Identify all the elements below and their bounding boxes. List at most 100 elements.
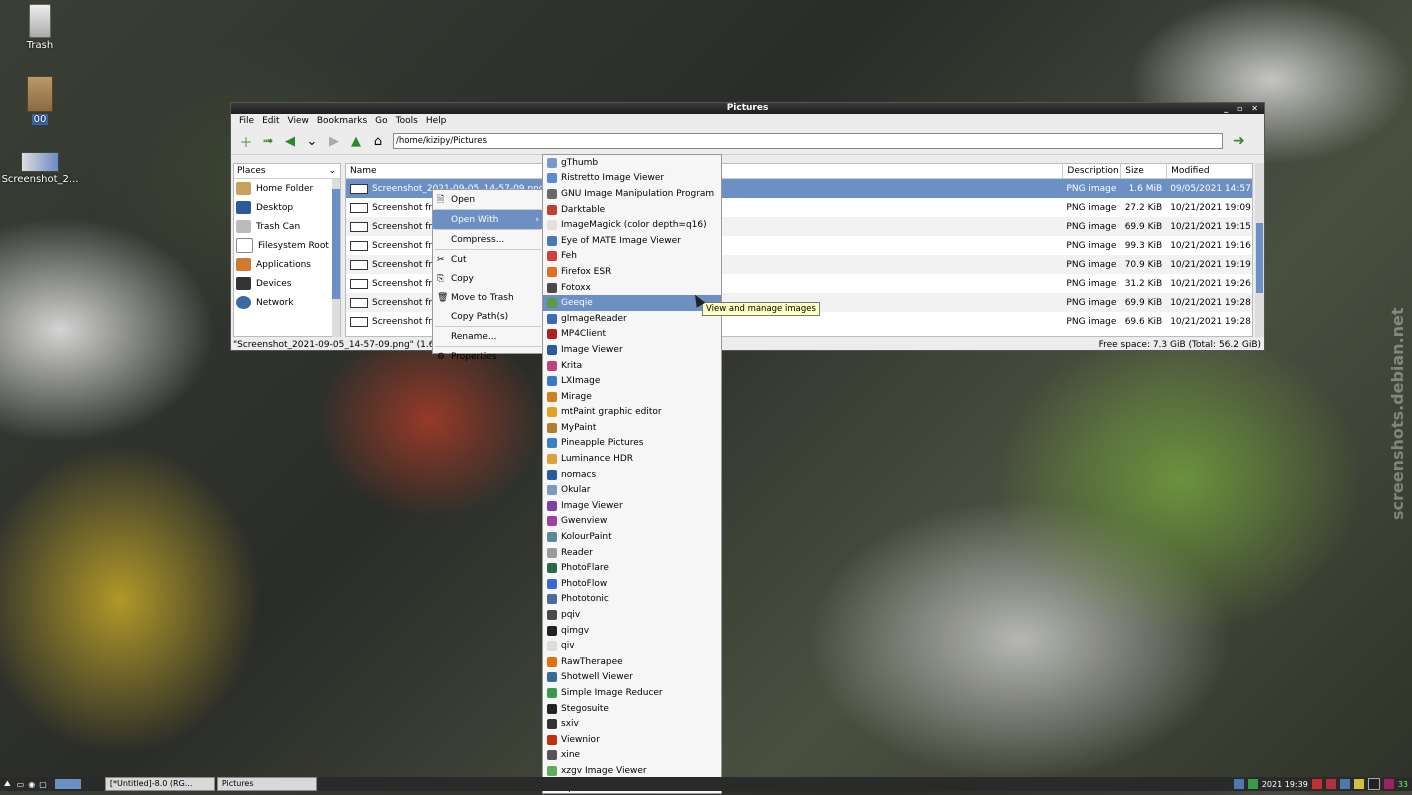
file-size: 27.2 KiB — [1124, 202, 1163, 213]
menu-tools[interactable]: Tools — [392, 116, 422, 126]
tray-icon[interactable] — [1247, 779, 1258, 789]
open-with-item[interactable]: Firefox ESR — [543, 264, 721, 280]
go-icon[interactable]: ➜ — [1233, 133, 1245, 149]
open-with-item[interactable]: Gwenview — [543, 514, 721, 530]
tray-icon[interactable] — [1339, 779, 1350, 789]
open-with-item[interactable]: Stegosuite — [543, 701, 721, 717]
quick-launch-icon[interactable]: ◉ — [28, 780, 35, 789]
open-with-item[interactable]: Image Viewer — [543, 498, 721, 514]
clock[interactable]: 2021 19:39 — [1262, 780, 1308, 789]
open-with-item[interactable]: gThumb — [543, 155, 721, 171]
open-with-item[interactable]: PhotoFlow — [543, 576, 721, 592]
quick-launch-icon[interactable]: ▢ — [39, 780, 47, 789]
open-with-item[interactable]: Image Viewer — [543, 342, 721, 358]
menu-item-open[interactable]: 🗎 Open — [433, 190, 543, 209]
quick-launch-icon[interactable]: ▭ — [17, 780, 25, 789]
scrollbar-thumb[interactable] — [1256, 223, 1263, 293]
open-with-item[interactable]: GNU Image Manipulation Program — [543, 186, 721, 202]
open-with-item[interactable]: pqiv — [543, 607, 721, 623]
column-description[interactable]: Description — [1062, 164, 1120, 178]
menu-item-copy-paths[interactable]: Copy Path(s) — [433, 307, 543, 326]
desktop-icon-trash[interactable]: Trash — [0, 4, 80, 51]
new-tab-icon[interactable]: ＋ — [237, 132, 255, 151]
open-with-item[interactable]: Mirage — [543, 389, 721, 405]
place-home-folder[interactable]: Home Folder — [234, 179, 340, 198]
history-dropdown-icon[interactable]: ⌄ — [303, 132, 321, 150]
terminal-icon[interactable] — [1367, 778, 1380, 790]
menu-item-properties[interactable]: ⚙ Properties — [433, 347, 543, 366]
menu-edit[interactable]: Edit — [258, 116, 283, 126]
start-menu-icon[interactable]: ⛰ — [4, 779, 11, 789]
place-network[interactable]: Network — [234, 293, 340, 312]
menu-item-cut[interactable]: ✂ Cut — [433, 250, 543, 269]
open-with-item[interactable]: Okular — [543, 482, 721, 498]
menu-item-rename[interactable]: Rename... — [433, 327, 543, 346]
open-with-item[interactable]: Darktable — [543, 202, 721, 218]
place-desktop[interactable]: Desktop — [234, 198, 340, 217]
tray-icon[interactable] — [1233, 779, 1244, 789]
open-with-item[interactable]: Ristretto Image Viewer — [543, 171, 721, 187]
open-with-item[interactable]: Viewnior — [543, 732, 721, 748]
menu-help[interactable]: Help — [422, 116, 451, 126]
open-with-item[interactable]: Krita — [543, 358, 721, 374]
open-with-item[interactable]: Shotwell Viewer — [543, 670, 721, 686]
menu-view[interactable]: View — [284, 116, 313, 126]
menu-item-move-to-trash[interactable]: 🗑 Move to Trash — [433, 288, 543, 307]
open-with-item[interactable]: PhotoFlare — [543, 560, 721, 576]
open-with-item[interactable]: Pineapple Pictures — [543, 436, 721, 452]
open-with-item[interactable]: mtPaint graphic editor — [543, 405, 721, 421]
menu-item-compress[interactable]: Compress... — [433, 230, 543, 249]
open-with-item[interactable]: nomacs — [543, 467, 721, 483]
back-icon[interactable]: ◀ — [281, 132, 299, 150]
open-with-item[interactable]: KolourPaint — [543, 529, 721, 545]
menu-file[interactable]: File — [235, 116, 258, 126]
place-devices[interactable]: Devices — [234, 274, 340, 293]
open-with-item[interactable]: Simple Image Reducer — [543, 685, 721, 701]
menu-bookmarks[interactable]: Bookmarks — [313, 116, 371, 126]
open-with-item[interactable]: Fotoxx — [543, 280, 721, 296]
place-applications[interactable]: Applications — [234, 255, 340, 274]
desktop-pager[interactable] — [54, 779, 81, 789]
places-header[interactable]: Places ⌄ — [234, 164, 340, 179]
power-icon[interactable] — [1311, 779, 1322, 789]
open-with-item[interactable]: gImageReader — [543, 311, 721, 327]
tray-icon[interactable] — [1353, 779, 1364, 789]
task-button-gimp[interactable]: [*Untitled]-8.0 (RG... — [104, 777, 215, 791]
place-filesystem-root[interactable]: Filesystem Root — [234, 236, 340, 255]
forward-icon[interactable]: ▶ — [325, 132, 343, 150]
open-with-item[interactable]: xine — [543, 748, 721, 764]
new-window-icon[interactable]: ➟ — [259, 132, 277, 150]
open-with-item[interactable]: Phototonic — [543, 592, 721, 608]
open-with-item[interactable]: Eye of MATE Image Viewer — [543, 233, 721, 249]
open-with-item[interactable]: MP4Client — [543, 327, 721, 343]
places-scrollbar[interactable] — [332, 179, 340, 337]
place-trash-can[interactable]: Trash Can — [234, 217, 340, 236]
open-with-item[interactable]: Reader — [543, 545, 721, 561]
scrollbar-thumb[interactable] — [332, 189, 340, 299]
path-input[interactable]: /home/kizipy/Pictures — [393, 133, 1223, 149]
column-size[interactable]: Size — [1120, 164, 1166, 178]
open-with-item[interactable]: RawTherapee — [543, 654, 721, 670]
window-controls[interactable]: _ ▫ ✕ — [1224, 103, 1261, 114]
open-with-item[interactable]: qiv — [543, 638, 721, 654]
open-with-item[interactable]: LXImage — [543, 373, 721, 389]
menu-go[interactable]: Go — [371, 116, 391, 126]
open-with-item[interactable]: ImageMagick (color depth=q16) — [543, 217, 721, 233]
task-button-pictures[interactable]: Pictures — [216, 777, 317, 791]
desktop-icon-screenshot[interactable]: Screenshot_2... — [0, 152, 80, 185]
open-with-item[interactable]: qimgv — [543, 623, 721, 639]
file-list-scrollbar[interactable] — [1255, 163, 1264, 337]
title-bar[interactable]: Pictures _ ▫ ✕ — [231, 103, 1264, 114]
open-with-item[interactable]: MyPaint — [543, 420, 721, 436]
flag-icon[interactable] — [1325, 779, 1336, 789]
column-modified[interactable]: Modified — [1166, 164, 1252, 178]
close-x-icon[interactable] — [1383, 779, 1394, 789]
open-with-item[interactable]: Feh — [543, 249, 721, 265]
desktop-icon-folder[interactable]: 00 — [0, 76, 80, 125]
open-with-item[interactable]: sxiv — [543, 716, 721, 732]
menu-item-copy[interactable]: ⎘ Copy — [433, 269, 543, 288]
up-icon[interactable]: ▲ — [347, 132, 365, 150]
open-with-item[interactable]: Luminance HDR — [543, 451, 721, 467]
menu-item-open-with[interactable]: Open With › — [433, 210, 543, 229]
home-icon[interactable]: ⌂ — [369, 132, 387, 150]
